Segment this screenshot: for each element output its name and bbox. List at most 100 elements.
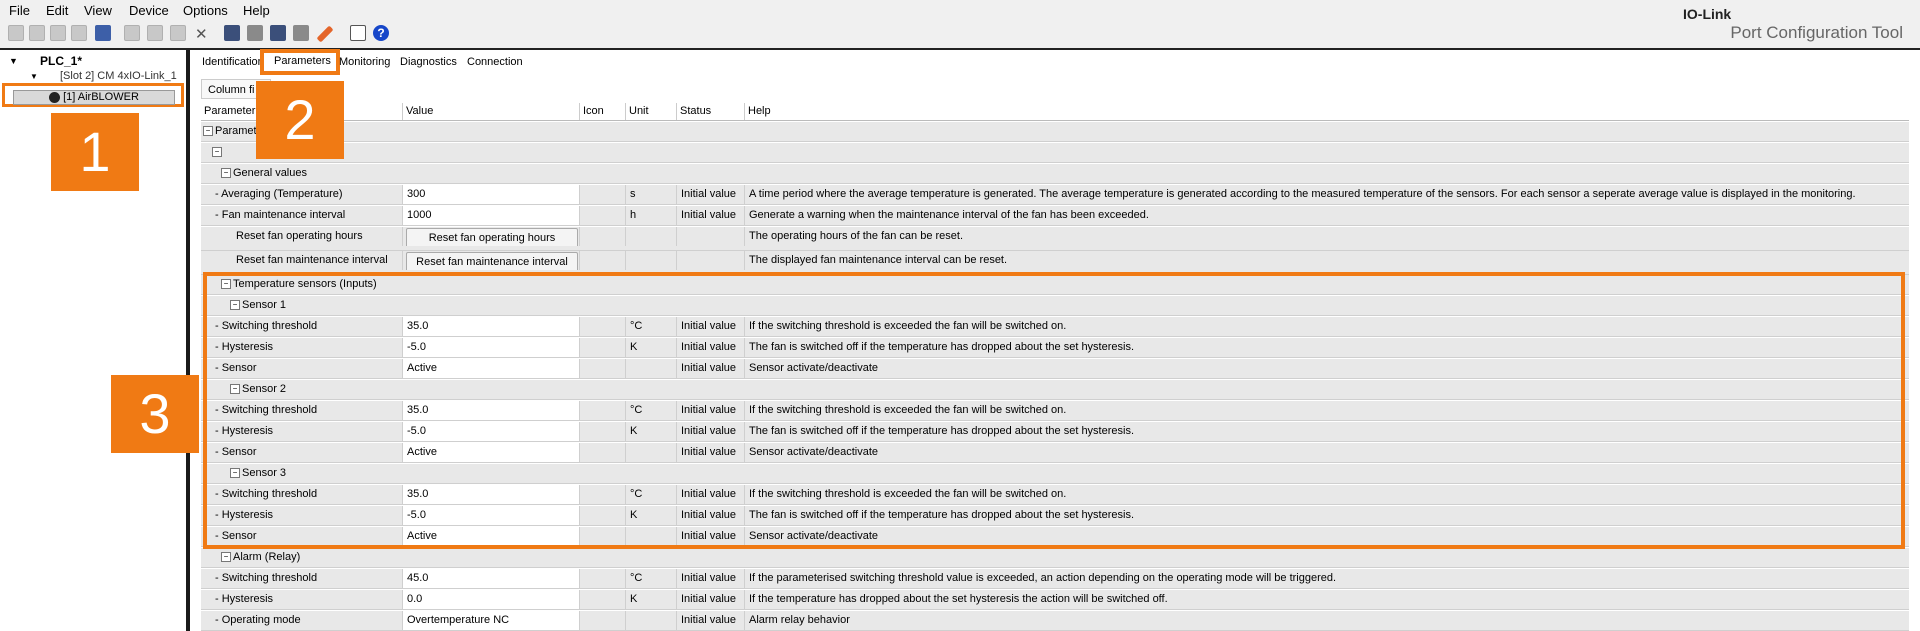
upload-icon[interactable]	[270, 25, 286, 41]
parameter-help: If the temperature has dropped about the…	[744, 590, 1909, 609]
parameter-status	[676, 227, 744, 246]
reset-button[interactable]: Reset fan operating hours	[406, 228, 578, 246]
col-icon[interactable]: Icon	[579, 103, 604, 120]
new-icon[interactable]	[8, 25, 24, 41]
tab-diagnostics[interactable]: Diagnostics	[400, 56, 457, 68]
expand-arrow-icon[interactable]: ▼	[9, 56, 18, 66]
collapse-icon[interactable]: −	[221, 168, 231, 179]
parameter-icon-cell	[579, 251, 625, 270]
tree-device[interactable]: [1] AirBLOWER	[13, 90, 175, 105]
menu-help[interactable]: Help	[243, 3, 270, 18]
parameter-help: Alarm relay behavior	[744, 611, 1909, 630]
col-parameter[interactable]: Parameter	[201, 103, 255, 120]
delete-icon[interactable]: ✕	[195, 25, 208, 43]
save-all-icon[interactable]	[71, 25, 87, 41]
table-header: Parameter Value Icon Unit Status Help	[201, 103, 1909, 121]
collapse-icon[interactable]: −	[203, 126, 213, 137]
cut-icon[interactable]	[124, 25, 140, 41]
parameter-icon-cell	[579, 611, 625, 630]
parameter-row: - Fan maintenance interval 1000 h Initial v…	[201, 206, 1909, 226]
tab-identification[interactable]: Identification	[202, 56, 264, 68]
print-icon[interactable]	[95, 25, 111, 41]
callout-1: 1	[51, 113, 139, 191]
parameter-status: Initial value	[676, 206, 744, 225]
parameter-icon-cell	[579, 185, 625, 204]
help-icon[interactable]: ?	[373, 25, 389, 41]
group-label[interactable]: −	[201, 143, 1909, 162]
group-label[interactable]: − General values	[201, 164, 1909, 183]
parameter-status: Initial value	[676, 590, 744, 609]
tab-connection[interactable]: Connection	[467, 56, 523, 68]
group-row: − General values	[201, 164, 1909, 184]
parameter-unit: h	[625, 206, 676, 225]
download-all-icon[interactable]	[247, 25, 263, 41]
save-icon[interactable]	[50, 25, 66, 41]
parameter-row: - Switching threshold 45.0 °C Initial value…	[201, 569, 1909, 589]
group-title: Alarm (Relay)	[233, 551, 301, 563]
col-status[interactable]: Status	[676, 103, 711, 120]
parameter-name: - Fan maintenance interval	[215, 209, 346, 221]
parameter-unit: K	[625, 590, 676, 609]
expand-arrow-icon[interactable]: ▼	[30, 72, 38, 81]
monitor-icon[interactable]	[350, 25, 366, 41]
group-label[interactable]: − Alarm (Relay)	[201, 548, 1909, 567]
upload-all-icon[interactable]	[293, 25, 309, 41]
parameter-help: The displayed fan maintenance interval c…	[744, 251, 1909, 270]
reset-button[interactable]: Reset fan maintenance interval	[406, 252, 578, 270]
parameter-icon-cell	[579, 206, 625, 225]
open-icon[interactable]	[29, 25, 45, 41]
group-label[interactable]: − Parameter	[201, 122, 1909, 141]
device-highlight: [1] AirBLOWER	[2, 83, 184, 107]
group-row: − Parameter	[201, 122, 1909, 142]
download-icon[interactable]	[224, 25, 240, 41]
paste-icon[interactable]	[170, 25, 186, 41]
parameter-row: - Operating mode Overtemperature NC Initia…	[201, 611, 1909, 631]
collapse-icon[interactable]: −	[212, 147, 222, 158]
menu-edit[interactable]: Edit	[46, 3, 68, 18]
tree-plc[interactable]: PLC_1*	[40, 54, 82, 68]
group-row: − Alarm (Relay)	[201, 548, 1909, 568]
tab-monitoring[interactable]: Monitoring	[339, 56, 390, 68]
menu-device[interactable]: Device	[129, 3, 169, 18]
menu-view[interactable]: View	[84, 3, 112, 18]
sensors-highlight	[203, 272, 1905, 549]
col-unit[interactable]: Unit	[625, 103, 649, 120]
group-row: −	[201, 143, 1909, 163]
parameter-value-input[interactable]: 0.0	[402, 590, 579, 609]
parameter-status	[676, 251, 744, 270]
parameter-value-input[interactable]: 300	[402, 185, 579, 204]
parameter-name: - Switching threshold	[215, 572, 318, 584]
parameter-status: Initial value	[676, 185, 744, 204]
copy-icon[interactable]	[147, 25, 163, 41]
parameter-name: - Averaging (Temperature)	[215, 188, 343, 200]
parameter-value-input[interactable]: 1000	[402, 206, 579, 225]
tab-parameters[interactable]: Parameters	[274, 55, 331, 67]
menu-file[interactable]: File	[9, 3, 30, 18]
plug-icon[interactable]	[316, 25, 334, 43]
parameter-help: Generate a warning when the maintenance …	[744, 206, 1909, 225]
brand-title: IO-Link	[1683, 6, 1732, 22]
menu-options[interactable]: Options	[183, 3, 228, 18]
parameter-name: Reset fan operating hours	[236, 230, 363, 242]
button-cell: Reset fan maintenance interval	[402, 251, 579, 270]
parameter-unit: °C	[625, 569, 676, 588]
parameter-name: Reset fan maintenance interval	[236, 254, 388, 266]
parameter-value-input[interactable]: 45.0	[402, 569, 579, 588]
group-title: General values	[233, 167, 307, 179]
parameter-unit	[625, 611, 676, 630]
parameter-value-input[interactable]: Overtemperature NC	[402, 611, 579, 630]
parameter-icon-cell	[579, 590, 625, 609]
menu-bar: File Edit View Device Options Help	[0, 0, 1920, 20]
parameter-unit	[625, 227, 676, 246]
parameter-row: - Hysteresis 0.0 K Initial value If the temp…	[201, 590, 1909, 610]
col-value[interactable]: Value	[402, 103, 433, 120]
callout-2: 2	[256, 81, 344, 159]
device-icon	[49, 91, 61, 103]
tree-slot[interactable]: [Slot 2] CM 4xIO-Link_1	[60, 70, 177, 82]
parameter-help: A time period where the average temperat…	[744, 185, 1909, 204]
parameter-status: Initial value	[676, 611, 744, 630]
col-help[interactable]: Help	[744, 103, 771, 120]
collapse-icon[interactable]: −	[221, 552, 231, 563]
parameter-icon-cell	[579, 227, 625, 246]
parameter-name: - Hysteresis	[215, 593, 274, 605]
